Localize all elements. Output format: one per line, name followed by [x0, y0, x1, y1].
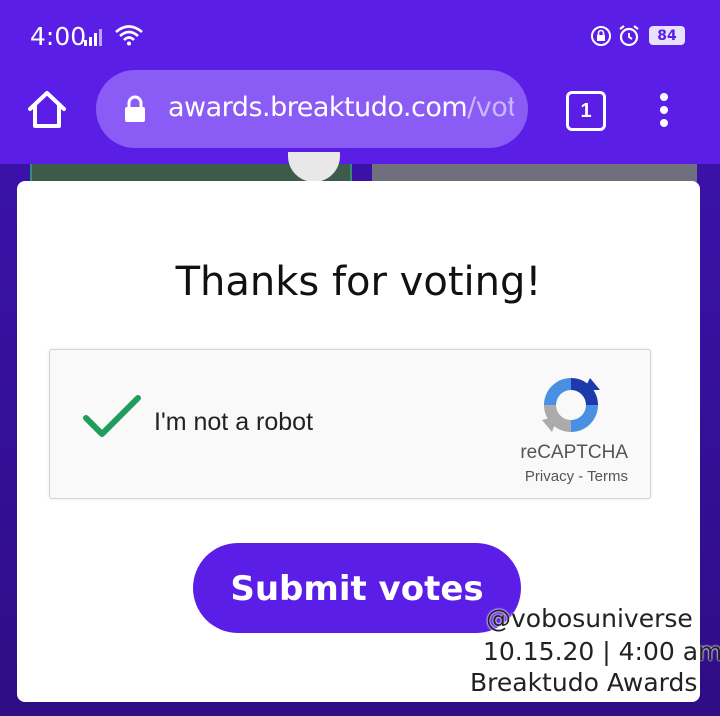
signal-icon: [84, 29, 102, 46]
home-icon[interactable]: [26, 89, 68, 129]
wifi-icon: [115, 25, 143, 46]
status-bar: 4:00 84: [0, 0, 720, 70]
padlock-icon[interactable]: [122, 94, 148, 124]
address-bar[interactable]: awards.breaktudo.com/vote/gru: [96, 70, 528, 148]
watermark-title: Breaktudo Awards: [470, 668, 698, 697]
checkmark-icon[interactable]: [82, 394, 142, 440]
rotation-lock-icon: [591, 26, 611, 46]
recaptcha-widget: I'm not a robot reCAPTCHA Privacy - Term…: [49, 349, 651, 499]
url-text[interactable]: awards.breaktudo.com/vote/gru: [168, 92, 514, 123]
submit-votes-button[interactable]: Submit votes: [193, 543, 521, 633]
url-host: awards.breaktudo.com: [168, 92, 468, 123]
recaptcha-logo-icon: [542, 378, 600, 432]
recaptcha-brand: reCAPTCHA: [520, 442, 628, 463]
watermark-handle: @vobosuniverse: [486, 604, 693, 633]
url-path: /vote/gru: [467, 92, 514, 123]
watermark-date: 10.15.20 | 4:00 am: [483, 637, 720, 666]
battery-indicator: 84: [649, 26, 685, 45]
recaptcha-links[interactable]: Privacy - Terms: [500, 468, 628, 485]
more-options-icon[interactable]: [658, 92, 670, 128]
alarm-icon: [619, 25, 639, 47]
nominee-tile[interactable]: [372, 164, 697, 182]
status-time: 4:00: [30, 22, 87, 51]
modal-title: Thanks for voting!: [175, 259, 542, 305]
tab-switcher-button[interactable]: 1: [566, 91, 606, 131]
browser-toolbar: awards.breaktudo.com/vote/gru 1: [0, 70, 720, 164]
captcha-label: I'm not a robot: [154, 408, 314, 436]
